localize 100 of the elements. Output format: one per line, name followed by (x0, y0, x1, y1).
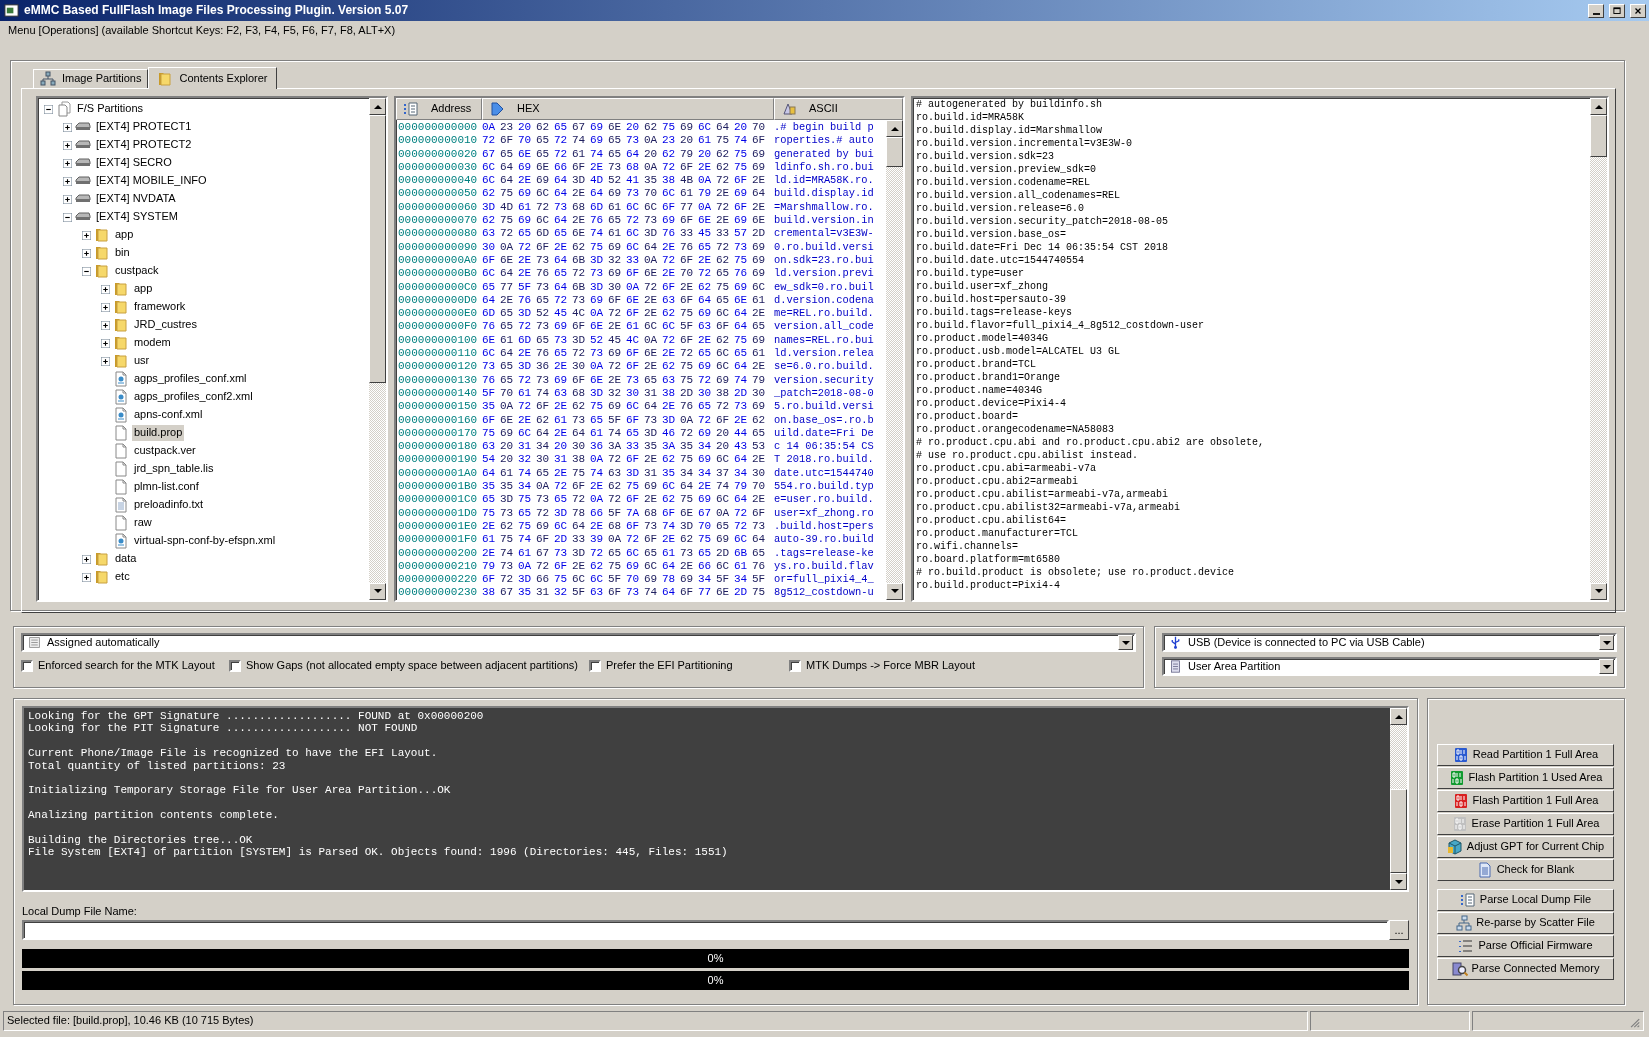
action-button[interactable]: Flash Partition 1 Used Area (1437, 767, 1614, 789)
tree-item[interactable]: [EXT4] PROTECT1 (94, 119, 194, 135)
tree-item[interactable]: modem (132, 335, 173, 351)
expander-toggle[interactable] (44, 104, 53, 114)
tree-item[interactable]: [EXT4] SECRO (94, 155, 174, 171)
tree-item[interactable]: raw (132, 515, 154, 531)
maximize-button[interactable] (1609, 3, 1625, 18)
ascii-text: ldinfo.sh.ro.bui (773, 160, 874, 175)
tree-item[interactable]: build.prop (132, 425, 185, 441)
area-dropdown[interactable]: User Area Partition (1162, 657, 1617, 676)
checkbox[interactable] (789, 659, 801, 672)
scroll-up-button[interactable] (1390, 708, 1407, 725)
scrollbar-thumb[interactable] (1590, 115, 1607, 157)
tree-item[interactable]: apns-conf.xml (132, 407, 205, 423)
scroll-up-button[interactable] (1590, 98, 1607, 115)
expander-toggle[interactable] (63, 176, 72, 186)
ascii-text: ld.id=MRA58K.ro. (773, 174, 874, 188)
expander-toggle[interactable] (82, 572, 91, 582)
tree-item[interactable]: app (132, 281, 155, 297)
scrollbar[interactable] (1590, 98, 1607, 600)
scrollbar[interactable] (369, 98, 386, 600)
action-button[interactable]: Read Partition 1 Full Area (1437, 744, 1614, 766)
tree-item[interactable]: virtual-spn-conf-by-efspn.xml (132, 533, 278, 549)
scrollbar-thumb[interactable] (886, 137, 903, 167)
tree-item[interactable]: [EXT4] NVDATA (94, 191, 178, 207)
checkbox[interactable] (21, 659, 33, 672)
hex-bytes: 64 61 74 65 2E 75 74 63 3D 31 35 34 34 37 34 30 (481, 466, 767, 480)
hex-address: 000000000060 (397, 200, 479, 215)
tree-item[interactable]: custpack.ver (132, 443, 198, 459)
ascii-text: =Marshmallow.ro. (773, 200, 874, 215)
scrollbar[interactable] (1390, 708, 1407, 890)
expander-toggle[interactable] (82, 554, 91, 564)
scrollbar-thumb[interactable] (369, 115, 386, 383)
expander-toggle[interactable] (101, 320, 110, 330)
expander-toggle[interactable] (101, 356, 110, 366)
tree-item[interactable]: agps_profiles_conf2.xml (132, 389, 255, 405)
hex-bytes: 6C 64 69 6E 66 6F 2E 73 68 0A 72 6F 2E 62 75 69 (481, 160, 767, 175)
expander-toggle[interactable] (63, 158, 72, 168)
checkbox[interactable] (229, 659, 241, 672)
tree-item[interactable]: [EXT4] SYSTEM (94, 209, 180, 225)
connection-dropdown[interactable]: USB (Device is connected to PC via USB Cable) (1162, 633, 1617, 652)
scroll-up-button[interactable] (886, 120, 903, 137)
layout-dropdown[interactable]: Assigned automatically (21, 633, 1136, 652)
action-button[interactable]: Parse Official Firmware (1437, 935, 1614, 957)
expander-toggle[interactable] (82, 230, 91, 240)
action-button[interactable]: Parse Connected Memory (1437, 958, 1614, 980)
dropdown-button[interactable] (1599, 659, 1614, 674)
checkbox[interactable] (589, 659, 601, 672)
tree-item[interactable]: bin (113, 245, 132, 261)
expander-toggle[interactable] (82, 248, 91, 258)
tree-item[interactable]: JRD_custres (132, 317, 199, 333)
tree-item[interactable]: jrd_spn_table.lis (132, 461, 216, 477)
expander-toggle[interactable] (101, 302, 110, 312)
expander-toggle[interactable] (63, 122, 72, 132)
scroll-down-button[interactable] (886, 582, 903, 600)
tree-item[interactable]: etc (113, 569, 132, 585)
column-header[interactable]: HEX (482, 98, 774, 120)
scroll-down-button[interactable] (1390, 873, 1407, 890)
column-header[interactable]: Address (396, 98, 482, 120)
tree-item[interactable]: custpack (113, 263, 161, 279)
scroll-down-button[interactable] (1590, 582, 1607, 600)
scroll-up-button[interactable] (369, 98, 386, 115)
action-button[interactable]: Parse Local Dump File (1437, 889, 1614, 911)
tree-item[interactable]: framework (132, 299, 188, 315)
close-button[interactable] (1630, 3, 1646, 18)
dropdown-button[interactable] (1599, 635, 1614, 650)
folder-icon (94, 551, 110, 567)
ascii-text: names=REL.ro.bui (773, 333, 874, 348)
action-button[interactable]: Erase Partition 1 Full Area (1437, 813, 1614, 835)
tree-item[interactable]: [EXT4] PROTECT2 (94, 137, 194, 153)
input-field[interactable] (22, 920, 1389, 941)
tree-item[interactable]: plmn-list.conf (132, 479, 201, 495)
scrollbar[interactable] (886, 120, 903, 600)
tree-item[interactable]: agps_profiles_conf.xml (132, 371, 249, 387)
folder-icon (94, 263, 110, 279)
scrollbar-thumb[interactable] (1390, 789, 1407, 873)
tree-item[interactable]: [EXT4] MOBILE_INFO (94, 173, 209, 189)
expander-toggle[interactable] (63, 194, 72, 204)
arrow-icon (489, 101, 505, 117)
dropdown-button[interactable] (1118, 635, 1133, 650)
action-button[interactable]: Check for Blank (1437, 859, 1614, 881)
tab[interactable]: Contents Explorer (148, 67, 277, 89)
browse-button[interactable]: ... (1389, 920, 1409, 941)
tab[interactable]: Image Partitions (33, 69, 149, 88)
action-button[interactable]: Re-parse by Scatter File (1437, 912, 1614, 934)
tree-item[interactable]: usr (132, 353, 152, 369)
tree-item[interactable]: F/S Partitions (75, 101, 146, 117)
expander-toggle[interactable] (101, 284, 110, 294)
tree-item[interactable]: app (113, 227, 136, 243)
expander-toggle[interactable] (101, 338, 110, 348)
minimize-button[interactable] (1588, 3, 1604, 18)
scroll-down-button[interactable] (369, 582, 386, 600)
column-header[interactable]: ASCII (774, 98, 903, 120)
action-button[interactable]: Adjust GPT for Current Chip (1437, 836, 1614, 858)
expander-toggle[interactable] (82, 266, 91, 276)
tree-item[interactable]: preloadinfo.txt (132, 497, 206, 513)
tree-item[interactable]: data (113, 551, 139, 567)
action-button[interactable]: Flash Partition 1 Full Area (1437, 790, 1614, 812)
expander-toggle[interactable] (63, 140, 72, 150)
expander-toggle[interactable] (63, 212, 72, 222)
